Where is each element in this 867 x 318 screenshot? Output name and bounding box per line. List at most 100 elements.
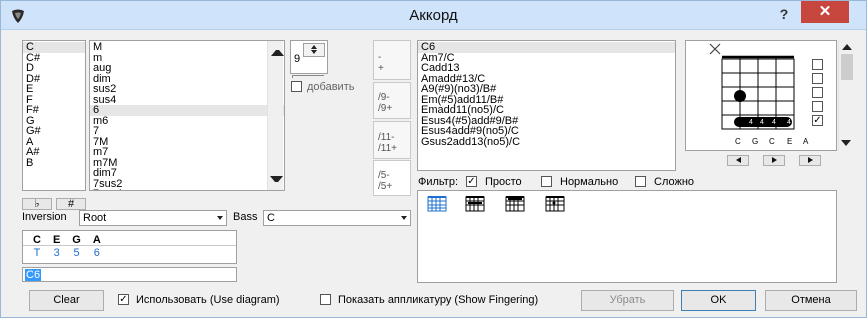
list-item[interactable]: C: [23, 42, 85, 53]
tab-ext-9[interactable]: /9- /9+: [373, 82, 411, 119]
chord-variant-thumbnail[interactable]: [542, 194, 568, 217]
string-checkbox[interactable]: [812, 73, 823, 84]
list-item[interactable]: 7M: [90, 136, 284, 148]
show-fingering-checkbox[interactable]: [320, 294, 331, 305]
arrow-left-icon: [735, 157, 741, 163]
list-item[interactable]: dim: [90, 73, 284, 85]
tab-label: +: [378, 63, 384, 74]
interval-cell: 5: [73, 246, 80, 259]
list-item[interactable]: B: [23, 157, 85, 169]
filter-complex-label: Сложно: [654, 176, 695, 188]
filter-simple-checkbox[interactable]: ✓: [466, 176, 477, 187]
chord-name-input[interactable]: C6: [22, 267, 237, 282]
spin-up-icon[interactable]: [311, 45, 317, 49]
chord-variant-thumbnail[interactable]: [462, 194, 488, 217]
inversion-select[interactable]: Root: [79, 210, 227, 226]
list-item[interactable]: m: [90, 52, 284, 64]
string-label: G: [752, 137, 759, 146]
tab-ext-11[interactable]: /11- /11+: [373, 121, 411, 159]
list-item[interactable]: 6: [90, 105, 284, 116]
list-item[interactable]: dim7: [90, 168, 284, 179]
tab-label: /11-: [378, 132, 395, 143]
tab-label: /11+: [378, 143, 397, 154]
scroll-down-icon[interactable]: [841, 140, 851, 146]
chord-variant-thumbnail[interactable]: [426, 194, 450, 217]
list-item[interactable]: aug: [90, 63, 284, 74]
scroll-down-icon[interactable]: [270, 175, 283, 187]
string-checkbox[interactable]: [812, 101, 823, 112]
filter-normal-label: Нормально: [560, 176, 619, 188]
list-item[interactable]: m6: [90, 115, 284, 127]
list-item[interactable]: D: [23, 63, 85, 74]
list-item[interactable]: A9(#9)(no3)/B#: [418, 84, 675, 95]
string-label: C: [735, 137, 741, 146]
arrow-right-icon: [807, 157, 813, 163]
list-item[interactable]: sus2: [90, 84, 284, 95]
string-label: E: [787, 137, 793, 146]
ok-label: OK: [710, 294, 727, 306]
list-item[interactable]: M: [90, 42, 284, 53]
window-title: Аккорд: [409, 7, 458, 24]
flat-button[interactable]: ♭: [22, 198, 52, 210]
string-checkbox[interactable]: ✓: [812, 115, 823, 126]
list-item[interactable]: Cadd13: [418, 63, 675, 74]
diagram-scrollbar[interactable]: [838, 40, 854, 151]
alternative-names-list[interactable]: C6 Am7/C Cadd13 Amadd#13/C A9(#9)(no3)/B…: [417, 40, 676, 171]
table-divider: [23, 245, 236, 246]
chord-type-list[interactable]: M m aug dim sus2 sus4 6 m6 7 7M m7 m7M d…: [89, 40, 285, 191]
list-item[interactable]: sus4: [90, 94, 284, 106]
play-button[interactable]: [763, 155, 785, 166]
bass-label: Bass: [233, 211, 258, 223]
scroll-thumb[interactable]: [841, 54, 853, 80]
close-button[interactable]: ✕: [801, 1, 849, 23]
list-item[interactable]: m7M: [90, 157, 284, 169]
list-item[interactable]: 7: [90, 126, 284, 137]
type-list-scrollbar[interactable]: [267, 41, 284, 190]
list-item[interactable]: C6: [418, 42, 675, 53]
string-checkbox[interactable]: [812, 59, 823, 70]
use-diagram-label: Использовать (Use diagram): [136, 294, 280, 306]
spinner-buttons[interactable]: [303, 43, 325, 57]
list-item[interactable]: m7: [90, 147, 284, 158]
remove-button[interactable]: Убрать: [581, 290, 674, 311]
chord-variant-thumbnail[interactable]: [502, 194, 528, 217]
sharp-label: #: [67, 198, 75, 210]
next-diagram-button[interactable]: [799, 155, 821, 166]
clear-label: Clear: [53, 294, 80, 306]
tab-ext-dash-plus[interactable]: - +: [373, 40, 411, 80]
list-item[interactable]: E: [23, 84, 85, 95]
help-button[interactable]: ?: [767, 3, 801, 25]
chord-diagram[interactable]: 4 4 4 4 C G C E A ✓: [685, 40, 837, 151]
chord-dialog: Аккорд ? ✕ C C# D D# E F F# G G# A A# B …: [0, 0, 867, 318]
list-item[interactable]: 7sus4: [90, 189, 284, 190]
list-item[interactable]: F#: [23, 105, 85, 116]
scroll-up-icon[interactable]: [271, 45, 284, 56]
prev-diagram-button[interactable]: [727, 155, 749, 166]
tab-ext-5[interactable]: /5- /5+: [373, 160, 411, 196]
diagram-variants-panel[interactable]: [417, 190, 837, 283]
scroll-up-icon[interactable]: [841, 44, 852, 50]
extension-slider-track[interactable]: [292, 75, 324, 78]
list-item[interactable]: Esus4add#9(no5)/C: [418, 126, 675, 137]
extension-spinner[interactable]: 9: [290, 40, 328, 74]
use-diagram-checkbox[interactable]: ✓: [118, 294, 129, 305]
tab-label: /5+: [378, 181, 393, 192]
filter-normal-checkbox[interactable]: [541, 176, 552, 187]
cancel-label: Отмена: [791, 294, 831, 306]
list-item[interactable]: Gsus2add13(no5)/C: [418, 136, 675, 148]
cancel-button[interactable]: Отмена: [765, 290, 857, 311]
list-item[interactable]: A#: [23, 147, 85, 158]
chevron-down-icon: [401, 216, 407, 220]
spin-down-icon[interactable]: [311, 50, 317, 54]
list-item[interactable]: Emadd11(no5)/C: [418, 105, 675, 116]
filter-complex-checkbox[interactable]: [635, 176, 646, 187]
add-checkbox[interactable]: [291, 81, 302, 92]
finger-mark: 4: [760, 119, 764, 126]
ok-button[interactable]: OK: [681, 290, 756, 311]
sharp-button[interactable]: #: [56, 198, 86, 210]
clear-button[interactable]: Clear: [29, 290, 104, 311]
string-checkbox[interactable]: [812, 87, 823, 98]
root-note-list[interactable]: C C# D D# E F F# G G# A A# B: [22, 40, 86, 191]
list-item[interactable]: G#: [23, 126, 85, 137]
bass-select[interactable]: C: [263, 210, 411, 226]
